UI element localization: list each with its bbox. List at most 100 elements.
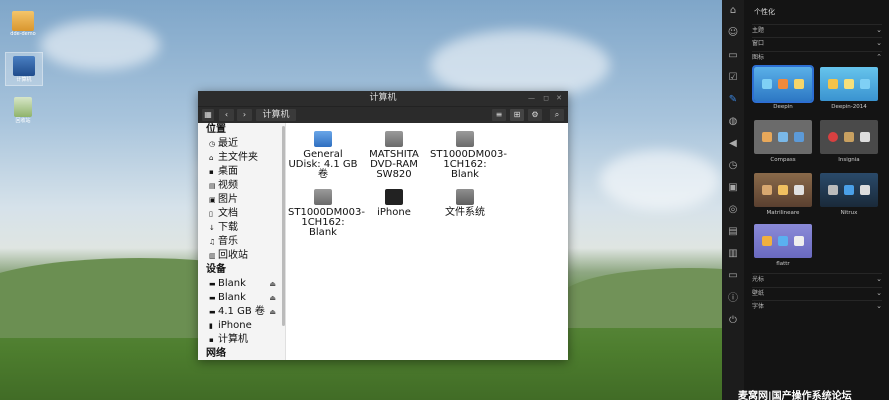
sidebar-item-label: 视频: [218, 180, 238, 191]
desktop-icon-label: 计算机: [16, 77, 32, 83]
panel-row-label: 壁纸: [752, 290, 765, 297]
chevron-down-icon: ⌄: [876, 39, 882, 47]
sidebar-item-label: 计算机: [218, 334, 248, 345]
icon-theme-compass[interactable]: Compass: [753, 120, 813, 163]
chevron-up-icon: ⌃: [876, 53, 882, 61]
icon-theme-matrilineare[interactable]: Matrilineare: [753, 173, 813, 216]
settings-rail: ⌂ ☺ ▭ ☑ ✎ ◍ ◀ ◷ ▣ ◎ ▤ ▥ ▭ ⓘ ⏻: [722, 0, 744, 400]
sidebar-item-label: 4.1 GB 卷: [218, 306, 265, 317]
system-icon[interactable]: ▭: [726, 269, 740, 283]
file-item-hdd[interactable]: ST1000DM003-1CH162: Blank: [430, 131, 507, 180]
icon-theme-insignia[interactable]: Insignia: [819, 120, 879, 163]
eject-icon[interactable]: ⏏: [269, 277, 276, 291]
sidebar-header-places: 位置: [206, 124, 226, 135]
sidebar-item-documents[interactable]: ▯ 文档: [198, 207, 285, 221]
settings-icon[interactable]: ⚙: [528, 109, 542, 121]
forward-button[interactable]: ›: [237, 109, 252, 121]
file-item-dvd[interactable]: MATSHITA DVD-RAM SW820: [359, 131, 429, 180]
sidebar-item-music[interactable]: ♫ 音乐: [198, 235, 285, 249]
shortcut-icon[interactable]: ▥: [726, 247, 740, 261]
desktop-icon-trash[interactable]: 回收站: [5, 97, 41, 124]
sidebar-item-home[interactable]: ⌂ 主文件夹: [198, 151, 285, 165]
back-button[interactable]: ‹: [219, 109, 234, 121]
sidebar-item-downloads[interactable]: ↓ 下载: [198, 221, 285, 235]
time-icon[interactable]: ◷: [726, 159, 740, 173]
desktop-icon-label: dde-demo: [10, 31, 36, 37]
window-titlebar[interactable]: 计算机 — ◻ ✕: [198, 91, 568, 106]
icon-theme-flattr[interactable]: flattr: [753, 224, 813, 267]
trash-icon: ▥: [209, 252, 216, 260]
sidebar-item-label: 下载: [218, 222, 238, 233]
grid-view-icon[interactable]: ⊞: [510, 109, 524, 121]
file-grid: General UDisk: 4.1 GB 卷 MATSHITA DVD-RAM…: [286, 123, 568, 360]
display-icon[interactable]: ▭: [726, 49, 740, 63]
sidebar-scrollbar[interactable]: [282, 126, 285, 326]
usb-drive-icon: ▬: [209, 308, 216, 316]
sidebar-item-device[interactable]: ▮ iPhone: [198, 319, 285, 333]
keyboard-icon[interactable]: ▤: [726, 225, 740, 239]
search-icon[interactable]: ⌕: [550, 109, 564, 121]
panel-row-theme[interactable]: 主题 ⌄: [752, 24, 882, 36]
home-icon[interactable]: ⌂: [726, 4, 740, 18]
theme-name: Deepin: [773, 104, 793, 110]
file-item-filesystem[interactable]: 文件系统: [430, 189, 500, 218]
eject-icon[interactable]: ⏏: [269, 305, 276, 319]
sidebar-item-device[interactable]: ▬ Blank ⏏: [198, 277, 285, 291]
network-icon[interactable]: ◍: [726, 115, 740, 129]
sidebar-item-label: Blank: [218, 278, 246, 289]
sidebar-item-trash[interactable]: ▥ 回收站: [198, 249, 285, 263]
hard-drive-icon: [314, 189, 332, 205]
theme-name: Compass: [770, 157, 796, 163]
theme-preview: [820, 120, 878, 154]
maximize-button[interactable]: ◻: [543, 91, 549, 106]
icon-theme-deepin-2014[interactable]: Deepin-2014: [819, 67, 879, 110]
desktop-icon-folder[interactable]: dde-demo: [5, 11, 41, 37]
sidebar-item-label: iPhone: [218, 320, 252, 331]
breadcrumb[interactable]: 计算机: [256, 109, 296, 121]
default-apps-icon[interactable]: ☑: [726, 71, 740, 85]
panel-row-label: 图标: [752, 54, 765, 61]
mouse-icon[interactable]: ◎: [726, 203, 740, 217]
file-item-label: iPhone: [377, 207, 411, 218]
settings-panel: ⌂ ☺ ▭ ☑ ✎ ◍ ◀ ◷ ▣ ◎ ▤ ▥ ▭ ⓘ ⏻ 个性化 主题 ⌄ 窗口…: [722, 0, 889, 400]
panel-row-label: 主题: [752, 27, 765, 34]
personalization-icon[interactable]: ✎: [726, 93, 740, 107]
sidebar-item-recent[interactable]: ◷ 最近: [198, 137, 285, 151]
account-icon[interactable]: ☺: [726, 26, 740, 40]
file-item-iphone[interactable]: iPhone: [359, 189, 429, 218]
usb-drive-icon: [314, 131, 332, 147]
panel-row-wallpaper[interactable]: 壁纸 ⌄: [752, 287, 882, 299]
file-item-usb[interactable]: General UDisk: 4.1 GB 卷: [288, 131, 358, 180]
video-icon: ▤: [209, 182, 216, 190]
file-item-hdd[interactable]: ST1000DM003-1CH162: Blank: [288, 189, 365, 238]
info-icon[interactable]: ⓘ: [726, 292, 740, 306]
panel-row-label: 字体: [752, 303, 765, 310]
file-item-label: 文件系统: [445, 207, 485, 218]
list-view-icon[interactable]: ≡: [492, 109, 506, 121]
sidebar-item-device[interactable]: ▬ 4.1 GB 卷 ⏏: [198, 305, 285, 319]
icon-theme-nitrux[interactable]: Nitrux: [819, 173, 879, 216]
sidebar-item-pictures[interactable]: ▣ 图片: [198, 193, 285, 207]
panel-row-cursor[interactable]: 光标 ⌄: [752, 273, 882, 285]
file-item-label: MATSHITA DVD-RAM SW820: [369, 149, 419, 180]
music-icon: ♫: [209, 238, 216, 246]
close-button[interactable]: ✕: [556, 91, 562, 106]
sidebar-item-device[interactable]: ▬ Blank ⏏: [198, 291, 285, 305]
sidebar-item-videos[interactable]: ▤ 视频: [198, 179, 285, 193]
power-icon[interactable]: ▣: [726, 181, 740, 195]
sidebar-item-desktop[interactable]: ▪ 桌面: [198, 165, 285, 179]
minimize-button[interactable]: —: [528, 91, 535, 106]
panel-row-icons[interactable]: 图标 ⌃: [752, 51, 882, 63]
desktop-icon-computer[interactable]: 计算机: [5, 52, 43, 86]
panel-row-font[interactable]: 字体 ⌄: [752, 300, 882, 312]
eject-icon[interactable]: ⏏: [269, 291, 276, 305]
sidebar-toggle-icon[interactable]: ▦: [202, 109, 214, 121]
sidebar-item-device[interactable]: ▪ 计算机: [198, 333, 285, 347]
cloud: [600, 150, 720, 210]
panel-row-window[interactable]: 窗口 ⌄: [752, 37, 882, 49]
shutdown-icon[interactable]: ⏻: [726, 314, 740, 328]
sidebar-item-label: 文档: [218, 208, 238, 219]
phone-icon: [385, 189, 403, 205]
sound-icon[interactable]: ◀: [726, 137, 740, 151]
icon-theme-deepin[interactable]: Deepin: [752, 65, 814, 110]
